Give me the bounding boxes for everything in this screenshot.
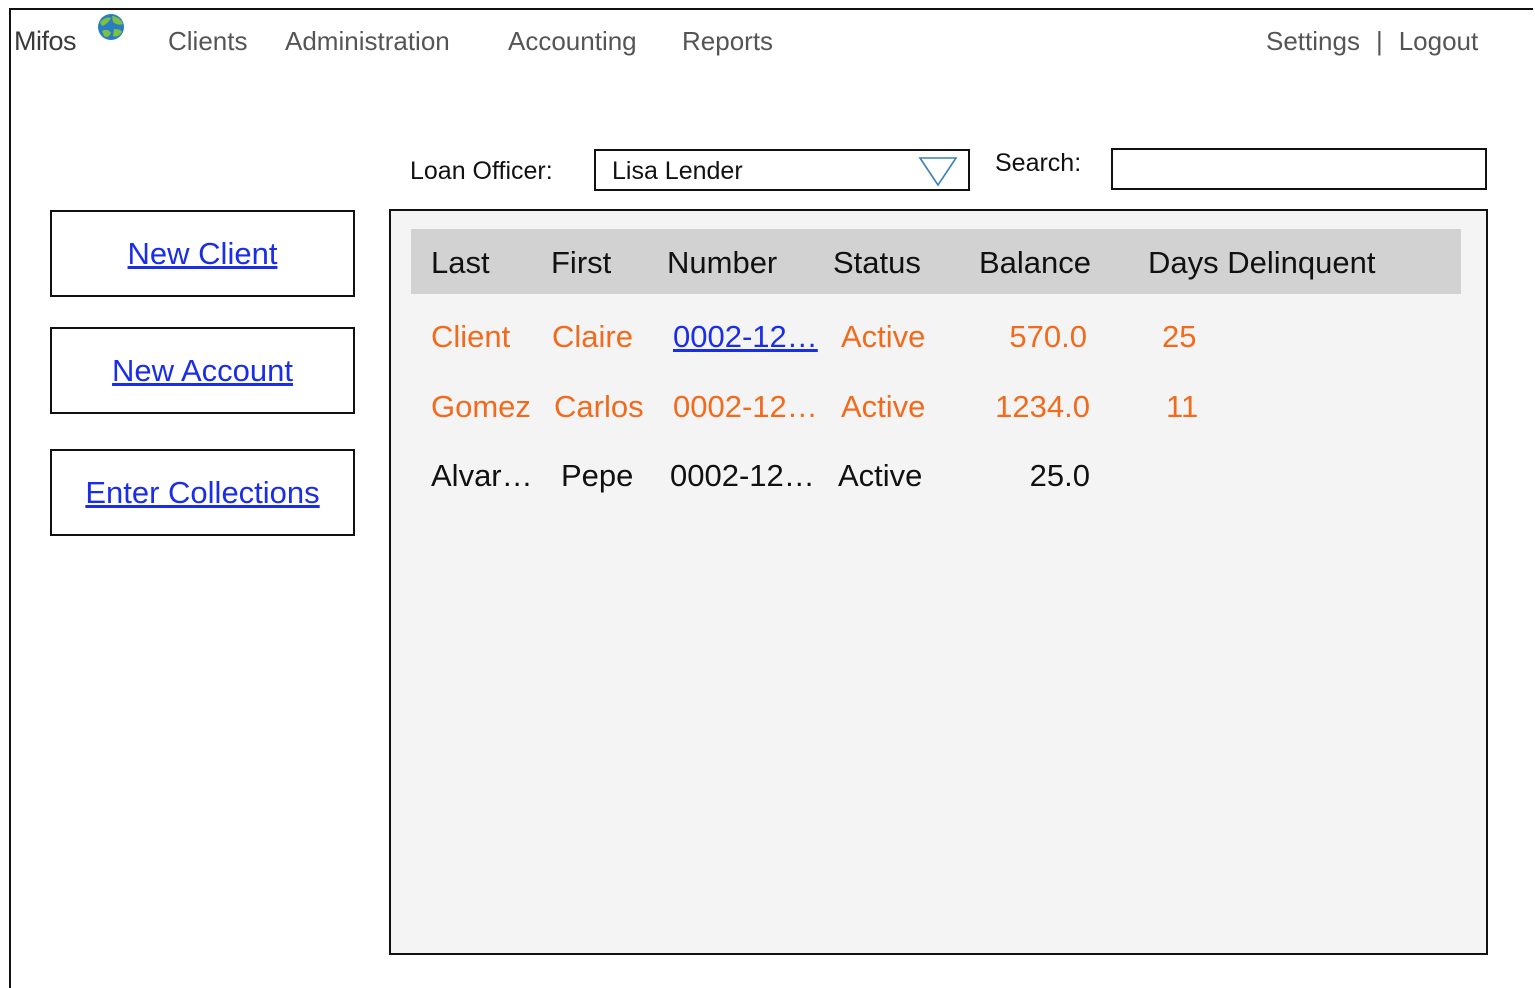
cell-days-delinquent: 25 (1162, 319, 1197, 354)
loan-officer-label: Loan Officer: (410, 157, 553, 185)
new-client-button[interactable]: New Client (50, 210, 355, 297)
cell-status: Active (838, 458, 923, 493)
new-account-link[interactable]: New Account (112, 353, 293, 389)
nav-item-administration[interactable]: Administration (285, 26, 450, 57)
search-input[interactable] (1111, 148, 1487, 190)
cell-status: Active (841, 389, 926, 424)
table-header: Last First Number Status Balance Days De… (411, 229, 1461, 294)
new-account-button[interactable]: New Account (50, 327, 355, 414)
cell-days-delinquent: 11 (1166, 389, 1199, 424)
table-row[interactable]: Client Claire 0002-12… Active 570.0 25 (391, 319, 1486, 369)
globe-icon (98, 14, 124, 40)
enter-collections-button[interactable]: Enter Collections (50, 449, 355, 536)
settings-link[interactable]: Settings (1266, 26, 1360, 56)
cell-first: Carlos (554, 389, 644, 424)
dropdown-triangle-icon[interactable] (918, 155, 958, 187)
cell-first: Claire (552, 319, 633, 354)
cell-number: 0002-12… (670, 458, 815, 493)
cell-number: 0002-12… (673, 389, 818, 424)
client-number-link[interactable]: 0002-12… (673, 319, 818, 354)
clients-table-panel: Last First Number Status Balance Days De… (389, 209, 1488, 955)
cell-balance: 1234.0 (995, 389, 1090, 424)
nav-item-reports[interactable]: Reports (682, 26, 773, 57)
search-label: Search: (995, 149, 1082, 177)
cell-first: Pepe (561, 458, 634, 493)
logo-text: Mifos (14, 26, 77, 56)
cell-status: Active (841, 319, 926, 354)
new-client-link[interactable]: New Client (128, 236, 278, 272)
column-header-last[interactable]: Last (431, 245, 490, 281)
nav-administration-link[interactable]: Administration (285, 26, 450, 56)
nav-item-accounting[interactable]: Accounting (508, 26, 637, 57)
cell-number[interactable]: 0002-12… (673, 319, 818, 355)
cell-balance: 25.0 (1029, 458, 1090, 493)
table-row[interactable]: Gomez Carlos 0002-12… Active 1234.0 11 (391, 389, 1486, 439)
table-row[interactable]: Alvar… Pepe 0002-12… Active 25.0 (391, 458, 1486, 508)
logout-link[interactable]: Logout (1399, 26, 1479, 56)
loan-officer-select[interactable]: Lisa Lender (594, 149, 970, 191)
column-header-status[interactable]: Status (833, 245, 921, 281)
column-header-days-delinquent[interactable]: Days Delinquent (1148, 245, 1375, 281)
nav-accounting-link[interactable]: Accounting (508, 26, 637, 56)
column-header-first[interactable]: First (551, 245, 611, 281)
cell-balance: 570.0 (1009, 319, 1087, 354)
cell-last: Client (431, 319, 511, 354)
nav-separator: | (1375, 26, 1383, 56)
nav-item-clients[interactable]: Clients (168, 26, 247, 57)
user-menu: Settings | Logout (1266, 26, 1478, 57)
cell-last: Alvar… (431, 458, 533, 493)
nav-reports-link[interactable]: Reports (682, 26, 773, 56)
loan-officer-value: Lisa Lender (612, 157, 743, 185)
column-header-balance[interactable]: Balance (979, 245, 1091, 281)
enter-collections-link[interactable]: Enter Collections (85, 475, 319, 511)
nav-clients-link[interactable]: Clients (168, 26, 247, 56)
column-header-number[interactable]: Number (667, 245, 777, 281)
cell-last: Gomez (431, 389, 531, 424)
